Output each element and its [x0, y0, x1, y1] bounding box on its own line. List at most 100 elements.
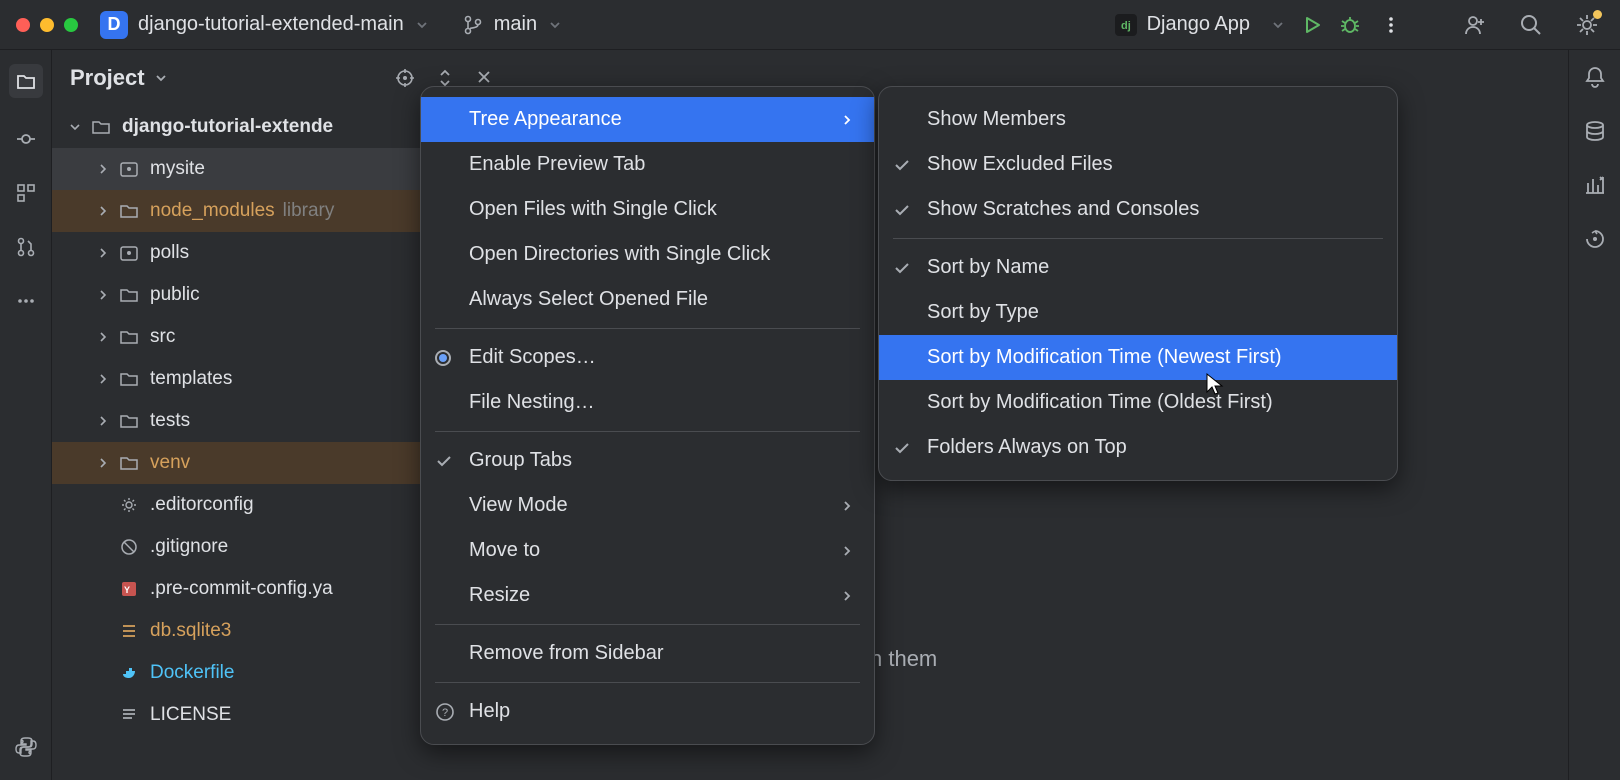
menu-item-label: File Nesting…	[469, 391, 595, 414]
chevron-down-icon	[1270, 17, 1286, 33]
menu-item[interactable]: Move to	[421, 528, 874, 573]
menu-item[interactable]: Open Files with Single Click	[421, 187, 874, 232]
menu-item[interactable]: Folders Always on Top	[879, 425, 1397, 470]
menu-item-label: Folders Always on Top	[927, 436, 1127, 459]
file-icon	[118, 496, 140, 514]
menu-separator	[893, 238, 1383, 239]
tree-item-label: polls	[150, 242, 189, 264]
menu-item[interactable]: Sort by Modification Time (Newest First)	[879, 335, 1397, 380]
menu-item[interactable]: Show Scratches and Consoles	[879, 187, 1397, 232]
tree-item-label: LICENSE	[150, 704, 231, 726]
menu-item[interactable]: View Mode	[421, 483, 874, 528]
menu-item[interactable]: Resize	[421, 573, 874, 618]
menu-item-label: Group Tabs	[469, 449, 572, 472]
folder-icon	[118, 411, 140, 431]
folder-icon	[118, 453, 140, 473]
close-window-button[interactable]	[16, 18, 30, 32]
database-button[interactable]	[1582, 118, 1608, 144]
menu-item-label: Tree Appearance	[469, 108, 622, 131]
check-icon	[893, 439, 911, 457]
tree-item-label: .pre-commit-config.ya	[150, 578, 333, 600]
endpoints-button[interactable]	[1582, 226, 1608, 252]
menu-item[interactable]: ? Help	[421, 689, 874, 734]
tree-item-label: venv	[150, 452, 190, 474]
chevron-right-icon	[840, 499, 854, 513]
menu-item[interactable]: Show Members	[879, 97, 1397, 142]
debug-button[interactable]	[1338, 13, 1362, 37]
context-menu-submenu: Show MembersShow Excluded FilesShow Scra…	[878, 86, 1398, 481]
menu-item[interactable]: File Nesting…	[421, 380, 874, 425]
run-config-dropdown[interactable]: dj Django App	[1115, 13, 1286, 36]
branch-icon	[462, 14, 484, 36]
more-tools-button[interactable]	[13, 288, 39, 314]
folder-icon	[118, 285, 140, 305]
menu-separator	[435, 328, 860, 329]
menu-separator	[435, 682, 860, 683]
tree-item-label: tests	[150, 410, 190, 432]
file-icon	[118, 622, 140, 640]
menu-item[interactable]: Enable Preview Tab	[421, 142, 874, 187]
folder-icon	[90, 117, 112, 137]
menu-item[interactable]: Edit Scopes…	[421, 335, 874, 380]
titlebar: D django-tutorial-extended-main main dj …	[0, 0, 1620, 50]
menu-item[interactable]: Always Select Opened File	[421, 277, 874, 322]
menu-item-label: View Mode	[469, 494, 568, 517]
sciview-button[interactable]	[1582, 172, 1608, 198]
settings-icon[interactable]	[1574, 12, 1600, 38]
tree-item-label: templates	[150, 368, 232, 390]
run-button[interactable]	[1300, 13, 1324, 37]
chevron-right-icon	[94, 456, 112, 470]
menu-item[interactable]: Show Excluded Files	[879, 142, 1397, 187]
tree-item-label: mysite	[150, 158, 205, 180]
menu-item-label: Always Select Opened File	[469, 288, 708, 311]
more-actions-button[interactable]	[1380, 14, 1402, 36]
run-config-label: Django App	[1147, 13, 1250, 36]
menu-item[interactable]: Sort by Modification Time (Oldest First)	[879, 380, 1397, 425]
notification-dot	[1593, 10, 1602, 19]
search-icon[interactable]	[1518, 12, 1544, 38]
git-branch-dropdown[interactable]: main	[462, 13, 563, 36]
menu-item[interactable]: Sort by Type	[879, 290, 1397, 335]
project-name-dropdown[interactable]: django-tutorial-extended-main	[138, 13, 404, 36]
chevron-right-icon	[840, 113, 854, 127]
python-console-button[interactable]	[13, 734, 39, 760]
commit-tool-button[interactable]	[13, 126, 39, 152]
chevron-right-icon	[840, 589, 854, 603]
svg-text:?: ?	[442, 707, 448, 719]
maximize-window-button[interactable]	[64, 18, 78, 32]
file-icon	[118, 706, 140, 724]
menu-separator	[435, 624, 860, 625]
menu-item-label: Edit Scopes…	[469, 346, 596, 369]
menu-item[interactable]: Open Directories with Single Click	[421, 232, 874, 277]
tree-item-label: .editorconfig	[150, 494, 254, 516]
chevron-down-icon	[414, 17, 430, 33]
menu-item-label: Resize	[469, 584, 530, 607]
tree-item-label: node_modules	[150, 200, 275, 222]
notifications-button[interactable]	[1582, 64, 1608, 90]
code-with-me-icon[interactable]	[1462, 12, 1488, 38]
chevron-right-icon	[94, 204, 112, 218]
pull-requests-tool-button[interactable]	[13, 234, 39, 260]
right-tool-rail	[1568, 50, 1620, 780]
menu-item-label: Help	[469, 700, 510, 723]
svg-text:Y: Y	[124, 585, 130, 595]
chevron-right-icon	[840, 544, 854, 558]
menu-item[interactable]: Sort by Name	[879, 245, 1397, 290]
project-tool-button[interactable]	[9, 64, 43, 98]
context-menu-primary: Tree Appearance Enable Preview TabOpen Fi…	[420, 86, 875, 745]
tree-item-label: django-tutorial-extende	[122, 116, 333, 138]
project-name-label: django-tutorial-extended-main	[138, 13, 404, 35]
structure-tool-button[interactable]	[13, 180, 39, 206]
chevron-down-icon[interactable]	[153, 70, 169, 86]
chevron-right-icon	[94, 372, 112, 386]
menu-item[interactable]: Remove from Sidebar	[421, 631, 874, 676]
minimize-window-button[interactable]	[40, 18, 54, 32]
menu-item-label: Sort by Name	[927, 256, 1049, 279]
tree-item-label: .gitignore	[150, 536, 228, 558]
menu-item-label: Sort by Type	[927, 301, 1039, 324]
menu-item[interactable]: Tree Appearance	[421, 97, 874, 142]
select-opened-file-icon[interactable]	[394, 67, 416, 89]
folder-icon	[118, 201, 140, 221]
menu-item[interactable]: Group Tabs	[421, 438, 874, 483]
folder-icon	[118, 369, 140, 389]
